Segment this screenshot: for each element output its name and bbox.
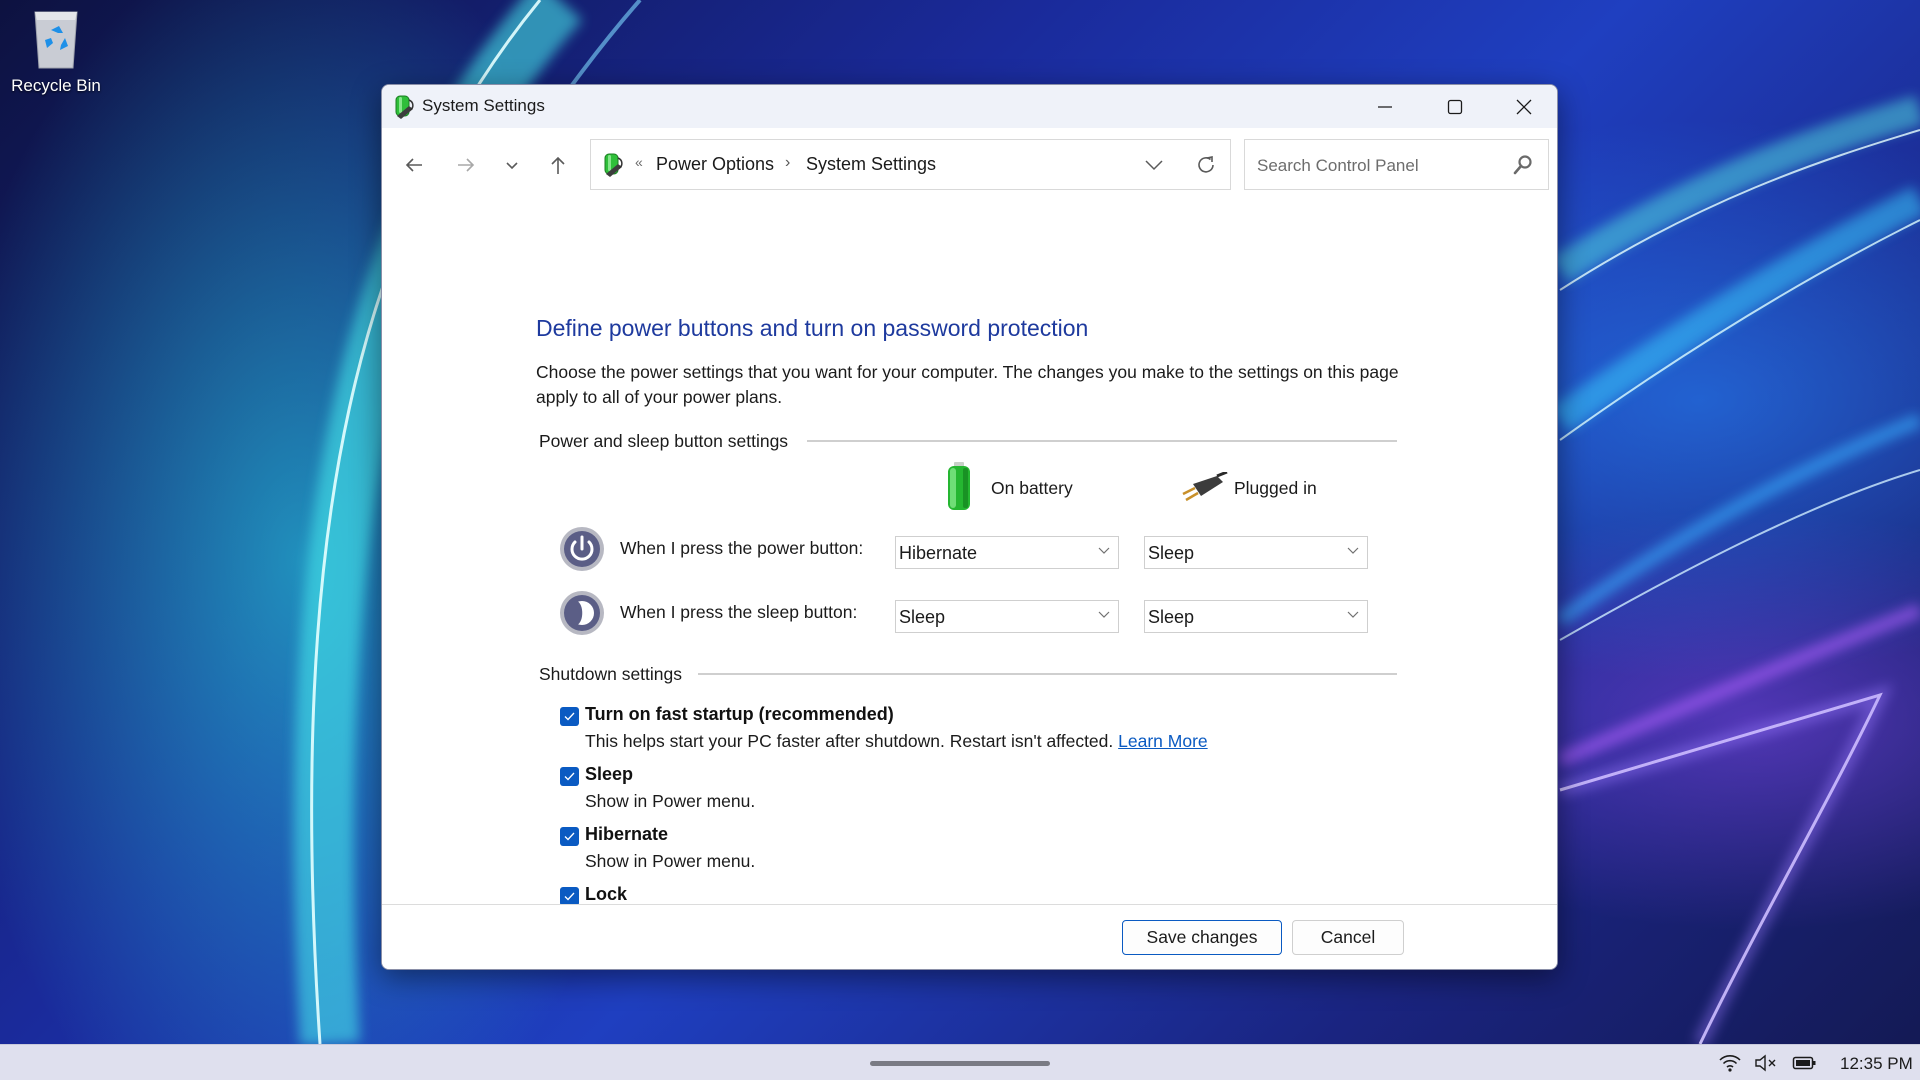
power-options-icon xyxy=(601,152,625,178)
recycle-bin-label: Recycle Bin xyxy=(11,76,101,95)
page-description: Choose the power settings that you want … xyxy=(536,362,1399,407)
plug-icon xyxy=(1179,470,1229,504)
checkmark-icon xyxy=(564,832,575,841)
sleep-button-icon xyxy=(559,590,605,636)
arrow-up-icon xyxy=(551,156,565,174)
learn-more-link[interactable]: Learn More xyxy=(1118,731,1208,751)
chevron-down-icon xyxy=(1098,611,1110,618)
section-divider xyxy=(807,440,1397,442)
battery-icon[interactable] xyxy=(1792,1053,1818,1073)
sleep-checkbox[interactable] xyxy=(560,767,579,786)
volume-muted-icon[interactable] xyxy=(1754,1053,1780,1073)
section-title-shutdown: Shutdown settings xyxy=(539,664,683,684)
power-button-icon xyxy=(559,526,605,572)
breadcrumb-separator[interactable]: › xyxy=(785,154,790,172)
desktop-icon-recycle-bin[interactable]: Recycle Bin xyxy=(6,8,106,96)
breadcrumb-power-options[interactable]: Power Options xyxy=(656,154,774,175)
fast-startup-label[interactable]: Turn on fast startup (recommended) xyxy=(585,704,894,725)
refresh-button[interactable] xyxy=(1191,152,1221,178)
recent-locations-button[interactable] xyxy=(497,150,527,180)
search-input[interactable] xyxy=(1255,152,1499,180)
column-on-battery: On battery xyxy=(991,478,1073,498)
column-plugged-in: Plugged in xyxy=(1234,478,1317,498)
taskbar: 12:35 PM xyxy=(0,1044,1920,1080)
checkmark-icon xyxy=(564,772,575,781)
cancel-button[interactable]: Cancel xyxy=(1292,920,1404,955)
minimize-button[interactable] xyxy=(1350,85,1420,128)
dialog-footer: Save changes Cancel xyxy=(382,904,1557,969)
power-options-icon xyxy=(393,94,415,120)
refresh-icon xyxy=(1198,156,1214,173)
selected-value: Sleep xyxy=(1148,543,1195,563)
search-icon[interactable] xyxy=(1512,154,1534,176)
battery-icon xyxy=(944,462,974,512)
breadcrumb-system-settings[interactable]: System Settings xyxy=(806,154,936,175)
close-icon xyxy=(1516,99,1532,114)
up-button[interactable] xyxy=(543,150,573,180)
lock-option-label[interactable]: Lock xyxy=(585,884,627,905)
selected-value: Sleep xyxy=(899,607,946,627)
address-history-button[interactable] xyxy=(1139,152,1169,178)
hibernate-checkbox[interactable] xyxy=(560,827,579,846)
sleep-button-plugged-in-select[interactable]: Sleep xyxy=(1144,600,1368,633)
title-bar[interactable]: System Settings xyxy=(382,85,1557,128)
chevron-down-icon xyxy=(1347,547,1359,554)
arrow-right-icon xyxy=(458,158,475,172)
address-bar[interactable]: « Power Options › System Settings xyxy=(590,139,1231,190)
maximize-button[interactable] xyxy=(1420,85,1490,128)
section-title-power-sleep: Power and sleep button settings xyxy=(539,431,789,451)
taskbar-handle[interactable] xyxy=(870,1061,1050,1066)
forward-button[interactable] xyxy=(451,150,481,180)
arrow-left-icon xyxy=(405,158,422,172)
navigation-bar: « Power Options › System Settings xyxy=(382,128,1557,200)
sleep-option-description: Show in Power menu. xyxy=(585,791,756,811)
wifi-icon[interactable] xyxy=(1718,1053,1742,1073)
selected-value: Hibernate xyxy=(899,543,978,563)
sleep-option-label[interactable]: Sleep xyxy=(585,764,633,785)
fast-startup-description: This helps start your PC faster after sh… xyxy=(585,731,1208,752)
selected-value: Sleep xyxy=(1148,607,1195,627)
chevron-down-icon xyxy=(1347,611,1359,618)
hibernate-option-description: Show in Power menu. xyxy=(585,851,756,871)
main-content: Define power buttons and turn on passwor… xyxy=(382,200,1557,931)
chevron-down-icon xyxy=(1098,547,1110,554)
close-button[interactable] xyxy=(1489,85,1557,128)
power-button-on-battery-select[interactable]: Hibernate xyxy=(895,536,1119,569)
breadcrumb-overflow[interactable]: « xyxy=(635,154,643,170)
back-button[interactable] xyxy=(399,150,429,180)
taskbar-clock[interactable]: 12:35 PM xyxy=(1840,1054,1913,1074)
system-settings-window: System Settings « Power Options › System… xyxy=(381,84,1558,970)
sleep-button-label: When I press the sleep button: xyxy=(620,602,858,622)
sleep-button-on-battery-select[interactable]: Sleep xyxy=(895,600,1119,633)
page-title: Define power buttons and turn on passwor… xyxy=(536,315,1089,341)
search-box[interactable] xyxy=(1244,139,1549,190)
fast-startup-description-text: This helps start your PC faster after sh… xyxy=(585,731,1114,751)
section-divider xyxy=(698,673,1397,675)
window-title: System Settings xyxy=(422,96,545,115)
minimize-icon xyxy=(1378,105,1392,108)
recycle-bin-icon xyxy=(31,8,81,70)
chevron-down-icon xyxy=(506,162,518,170)
fast-startup-checkbox[interactable] xyxy=(560,707,579,726)
chevron-down-icon xyxy=(1145,160,1163,171)
power-button-plugged-in-select[interactable]: Sleep xyxy=(1144,536,1368,569)
maximize-icon xyxy=(1447,99,1463,114)
hibernate-option-label[interactable]: Hibernate xyxy=(585,824,668,845)
checkmark-icon xyxy=(564,712,575,721)
power-button-label: When I press the power button: xyxy=(620,538,864,558)
save-changes-button[interactable]: Save changes xyxy=(1122,920,1282,955)
checkmark-icon xyxy=(564,892,575,901)
